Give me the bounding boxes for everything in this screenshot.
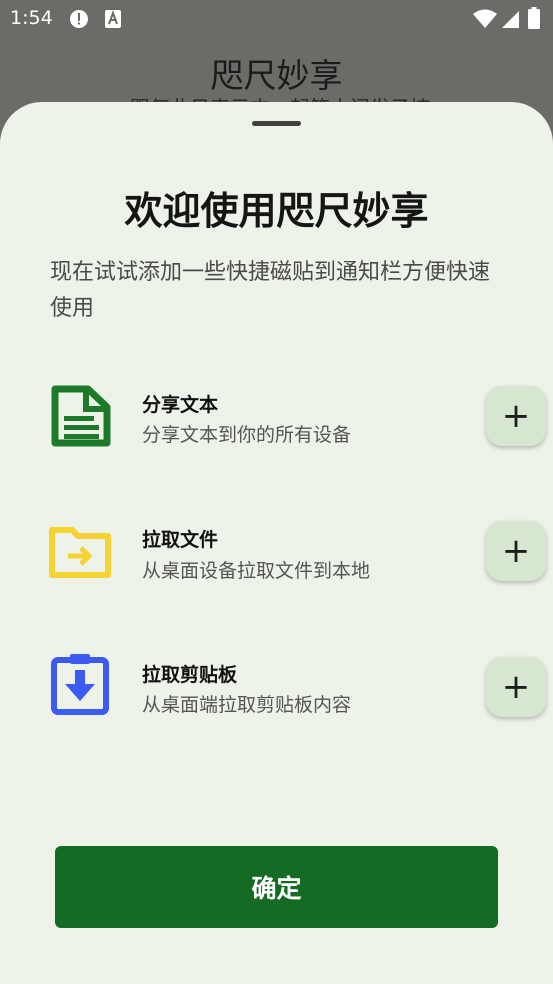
- plus-icon: +: [501, 396, 531, 436]
- add-pull-file-tile-button[interactable]: +: [486, 521, 546, 581]
- plus-icon: +: [501, 531, 531, 571]
- add-share-text-tile-button[interactable]: +: [486, 386, 546, 446]
- sheet-title: 欢迎使用咫尺妙享: [124, 189, 429, 233]
- clipboard-download-icon: [48, 652, 112, 716]
- confirm-button-label: 确定: [251, 874, 302, 903]
- cell-signal-icon: [501, 9, 519, 33]
- status-time: 1:54: [10, 7, 53, 29]
- status-bar: 1:54: [0, 0, 553, 38]
- battery-icon: [528, 7, 540, 33]
- alert-circle-icon: [69, 9, 89, 33]
- accessibility-a-icon: [104, 9, 122, 33]
- sheet-drag-handle[interactable]: [252, 121, 301, 126]
- background-app-title: 咫尺妙享: [210, 56, 343, 95]
- document-icon: [48, 385, 112, 449]
- sheet-description: 现在试试添加一些快捷磁贴到通知栏方便快速使用: [50, 260, 491, 321]
- tile-subtitle-pull-file: 从桌面设备拉取文件到本地: [142, 560, 371, 582]
- tile-subtitle-pull-clipboard: 从桌面端拉取剪贴板内容: [142, 694, 352, 716]
- add-pull-clipboard-tile-button[interactable]: +: [486, 657, 546, 717]
- tile-title-pull-clipboard: 拉取剪贴板: [142, 664, 238, 686]
- folder-arrow-icon: [48, 520, 112, 584]
- wifi-icon: [473, 9, 497, 33]
- tile-title-pull-file: 拉取文件: [142, 529, 219, 551]
- confirm-button[interactable]: 确定: [55, 846, 498, 928]
- plus-icon: +: [501, 667, 531, 707]
- tile-title-share-text: 分享文本: [142, 394, 219, 416]
- tile-subtitle-share-text: 分享文本到你的所有设备: [142, 424, 352, 446]
